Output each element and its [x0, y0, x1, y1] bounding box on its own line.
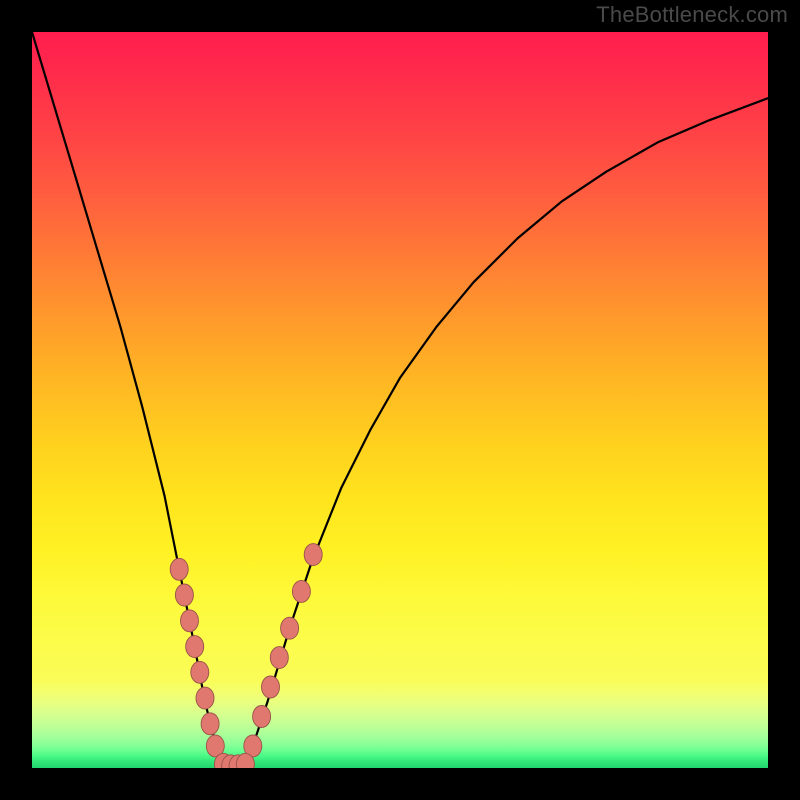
plot-area [32, 32, 768, 768]
bead-group [170, 544, 322, 768]
curve-svg [32, 32, 768, 768]
chart-stage: TheBottleneck.com [0, 0, 800, 800]
bottleneck-curve [32, 32, 768, 764]
bead-marker [270, 647, 288, 669]
bead-marker [201, 713, 219, 735]
bead-marker [181, 610, 199, 632]
bead-marker [191, 661, 209, 683]
bead-marker [175, 584, 193, 606]
bead-marker [304, 544, 322, 566]
bead-marker [196, 687, 214, 709]
bead-marker [262, 676, 280, 698]
bead-marker [253, 706, 271, 728]
bead-marker [186, 636, 204, 658]
bead-marker [170, 558, 188, 580]
watermark-text: TheBottleneck.com [596, 2, 788, 28]
bead-marker [292, 580, 310, 602]
bead-marker [281, 617, 299, 639]
